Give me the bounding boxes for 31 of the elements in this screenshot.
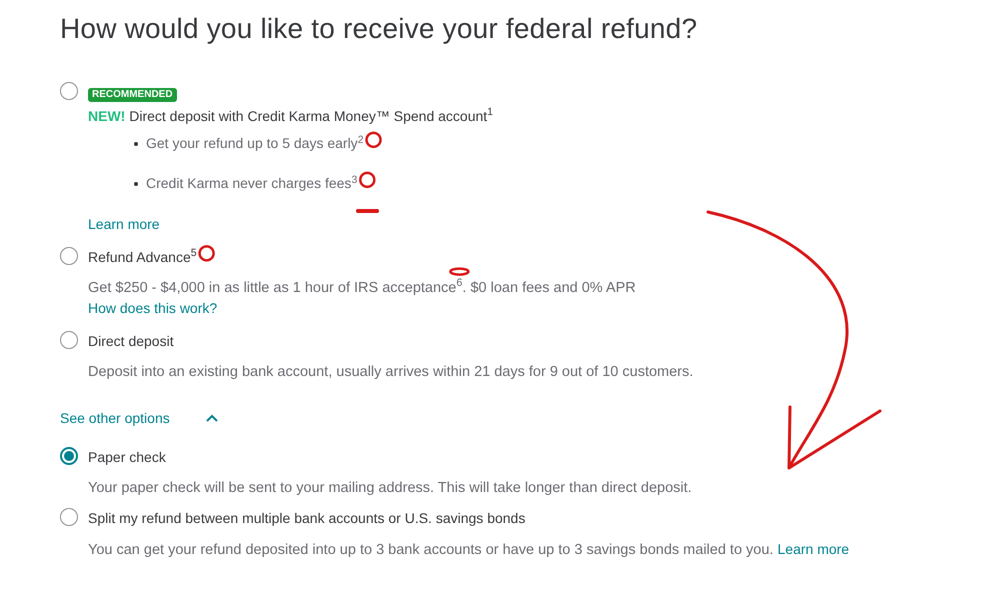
radio-button[interactable] — [60, 82, 78, 100]
bullet-text: Credit Karma never charges fees$^{3}$ — [146, 173, 358, 194]
radio-button[interactable] — [60, 508, 78, 526]
recommended-badge: RECOMMENDED — [88, 88, 177, 102]
annotation-circle — [198, 245, 215, 262]
bullet-icon — [134, 182, 138, 186]
page-title: How would you like to receive your federal refund? — [60, 12, 698, 46]
annotation-circle — [359, 172, 376, 188]
radio-button[interactable] — [60, 246, 78, 265]
radio-button[interactable] — [60, 330, 78, 349]
learn-more-link[interactable]: Learn more — [778, 540, 850, 557]
help-link[interactable]: How does this work? — [88, 298, 218, 319]
option-description: You can get your refund deposited into up to 3 bank accounts or have up to 3 savings bonds mailed to you. Learn more — [88, 540, 850, 560]
new-tag: NEW! — [88, 108, 126, 124]
option-label: Paper check — [88, 448, 166, 467]
see-other-options-toggle[interactable]: See other options — [60, 408, 218, 429]
learn-more-link[interactable]: Learn more — [88, 216, 160, 232]
option-description: Your paper check will be sent to your mailing address. This will take longer than direct deposit. — [88, 478, 692, 498]
annotation-underline — [356, 209, 379, 213]
radio-button[interactable] — [60, 446, 78, 465]
annotation-circle — [449, 267, 470, 276]
annotation-circle — [365, 132, 382, 148]
option-description: Get $250 - $4,000 in as little as 1 hour of IRS acceptance$^{6}$. $0 loan fees and 0% APR — [88, 278, 636, 298]
option-description: Deposit into an existing bank account, usually arrives within 21 days for 9 out of 10 customers. — [88, 362, 694, 382]
option-label: Direct deposit — [88, 332, 174, 351]
bullet-text: Get your refund up to 5 days early$^{2}$ — [146, 133, 364, 154]
option-label: Direct deposit with Credit Karma Money™ Spend account$^{1}$ — [129, 108, 494, 124]
option-label: Refund Advance$^{5}$ — [88, 246, 197, 267]
option-label: Split my refund between multiple bank accounts or U.S. savings bonds — [88, 508, 526, 528]
bullet-icon — [134, 142, 138, 146]
chevron-icon — [206, 414, 218, 422]
